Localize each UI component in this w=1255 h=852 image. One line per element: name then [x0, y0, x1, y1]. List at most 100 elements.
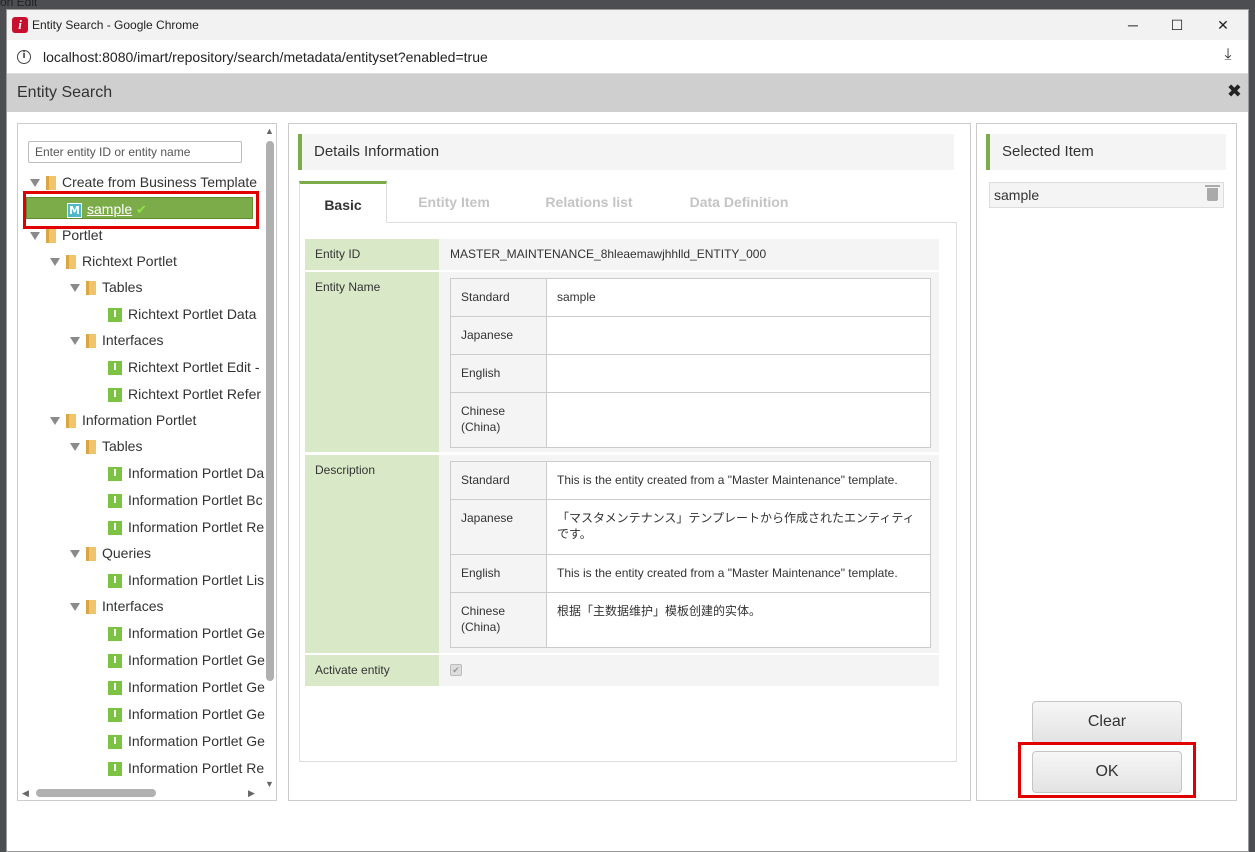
close-window-button[interactable]: ✕: [1212, 14, 1234, 36]
url-text[interactable]: localhost:8080/imart/repository/search/m…: [43, 49, 488, 65]
tree-node-entity[interactable]: I Richtext Portlet Data: [108, 303, 256, 325]
entity-name-row: Japanese: [451, 317, 930, 355]
tree-node-queries[interactable]: Queries: [70, 542, 151, 564]
entity-badge-icon: I: [108, 308, 122, 323]
selected-item-entry: sample: [989, 182, 1224, 208]
tree-node-entity[interactable]: I Information Portlet Ge: [108, 622, 265, 644]
tree-node-entity[interactable]: I Information Portlet Ge: [108, 676, 265, 698]
expand-arrow-icon[interactable]: [70, 550, 80, 559]
entity-badge-icon: I: [108, 574, 122, 589]
expand-arrow-icon[interactable]: [50, 417, 60, 426]
tree-node-entity[interactable]: I Richtext Portlet Edit -: [108, 356, 260, 378]
details-header: Details Information: [298, 134, 954, 170]
selected-item-label: sample: [994, 187, 1040, 203]
clear-button[interactable]: Clear: [1032, 701, 1182, 743]
tab-data-definition[interactable]: Data Definition: [669, 181, 809, 223]
folder-icon: [86, 440, 96, 455]
description-label: Description: [305, 455, 439, 653]
folder-icon: [86, 281, 96, 296]
background-edge-text: on Edit: [0, 0, 38, 9]
activate-entity-label: Activate entity: [305, 655, 439, 686]
tree-node-entity[interactable]: I Information Portlet Bc: [108, 489, 263, 511]
entity-name-row: English: [451, 355, 930, 393]
entity-badge-icon: I: [108, 521, 122, 536]
tree-node-richtext-portlet[interactable]: Richtext Portlet: [50, 250, 177, 272]
entity-badge-icon: I: [108, 654, 122, 669]
entity-badge-icon: I: [108, 762, 122, 777]
folder-icon: [46, 229, 56, 244]
download-icon[interactable]: ⤓: [1218, 46, 1238, 66]
dialog-close-icon[interactable]: ✖: [1227, 81, 1242, 102]
description-row: Standard This is the entity created from …: [451, 462, 930, 500]
folder-icon: [66, 255, 76, 270]
tree-node-interfaces[interactable]: Interfaces: [70, 329, 163, 351]
tree-node-create-from-template[interactable]: Create from Business Template: [30, 171, 257, 193]
highlight-box-sample: [23, 191, 259, 229]
tree-node-entity[interactable]: I Information Portlet Ge: [108, 703, 265, 725]
details-tabs: Basic Entity Item Relations list Data De…: [299, 181, 957, 223]
trash-icon[interactable]: [1205, 185, 1220, 201]
selected-item-panel: Selected Item sample Clear OK: [976, 123, 1237, 801]
folder-icon: [66, 414, 76, 429]
expand-arrow-icon[interactable]: [70, 337, 80, 346]
maximize-button[interactable]: ☐: [1166, 14, 1188, 36]
tree-node-information-portlet[interactable]: Information Portlet: [50, 409, 196, 431]
entity-badge-icon: I: [108, 388, 122, 403]
folder-icon: [86, 600, 96, 615]
tree-node-entity[interactable]: I Information Portlet Re: [108, 757, 264, 779]
description-row: Japanese 「マスタメンテナンス」テンプレートから作成されたエンティティです…: [451, 500, 930, 555]
window-title: Entity Search - Google Chrome: [32, 18, 199, 32]
tree-node-entity[interactable]: I Richtext Portlet Refer: [108, 383, 261, 405]
tree-node-entity[interactable]: I Information Portlet Lis: [108, 569, 264, 591]
vertical-scroll-thumb[interactable]: [266, 141, 274, 681]
app-logo-icon: i: [12, 17, 28, 33]
tab-basic[interactable]: Basic: [299, 181, 387, 223]
folder-icon: [46, 176, 56, 191]
entity-badge-icon: I: [108, 361, 122, 376]
entity-name-table: Standard sample Japanese English Chinese …: [450, 278, 931, 448]
tree-node-interfaces[interactable]: Interfaces: [70, 595, 163, 617]
scroll-up-icon[interactable]: ▲: [265, 126, 274, 136]
tree-node-entity[interactable]: I Information Portlet Ge: [108, 730, 265, 752]
entity-badge-icon: I: [108, 735, 122, 750]
activate-entity-value-cell: [439, 655, 939, 686]
site-info-icon[interactable]: i: [17, 50, 31, 64]
expand-arrow-icon[interactable]: [70, 443, 80, 452]
folder-icon: [86, 334, 96, 349]
selected-item-header: Selected Item: [986, 134, 1226, 170]
entity-badge-icon: I: [108, 467, 122, 482]
tree-search-input[interactable]: Enter entity ID or entity name: [28, 141, 242, 163]
tree-node-entity[interactable]: I Information Portlet Re: [108, 516, 264, 538]
entity-badge-icon: I: [108, 494, 122, 509]
tree-horizontal-scrollbar[interactable]: ◀ ▶: [18, 786, 276, 800]
expand-arrow-icon[interactable]: [30, 232, 40, 241]
tree-node-tables[interactable]: Tables: [70, 435, 142, 457]
tab-entity-item[interactable]: Entity Item: [399, 181, 509, 223]
entity-badge-icon: I: [108, 708, 122, 723]
description-row: English This is the entity created from a…: [451, 555, 930, 593]
scroll-right-icon[interactable]: ▶: [248, 788, 255, 799]
expand-arrow-icon[interactable]: [70, 603, 80, 612]
minimize-button[interactable]: ─: [1122, 14, 1144, 36]
highlight-box-ok: [1018, 742, 1196, 798]
dialog-title: Entity Search: [17, 84, 113, 101]
tree-node-entity[interactable]: I Information Portlet Da: [108, 462, 264, 484]
folder-icon: [86, 547, 96, 562]
tree-node-tables[interactable]: Tables: [70, 276, 142, 298]
tab-relations-list[interactable]: Relations list: [529, 181, 649, 223]
activate-entity-checkbox[interactable]: ✔: [450, 664, 462, 676]
expand-arrow-icon[interactable]: [30, 179, 40, 188]
entity-id-value: MASTER_MAINTENANCE_8hleaemawjhhlld_ENTIT…: [450, 247, 767, 261]
expand-arrow-icon[interactable]: [70, 284, 80, 293]
entity-name-label: Entity Name: [305, 272, 439, 452]
browser-window: i Entity Search - Google Chrome ─ ☐ ✕ i …: [6, 9, 1249, 852]
description-row: Chinese (China) 根据「主数据维护」模板创建的实体。: [451, 593, 930, 647]
scroll-left-icon[interactable]: ◀: [22, 788, 29, 799]
horizontal-scroll-thumb[interactable]: [36, 789, 156, 797]
address-bar: i localhost:8080/imart/repository/search…: [7, 40, 1248, 74]
tree-vertical-scrollbar[interactable]: ▲ ▼: [263, 124, 275, 789]
tree-node-entity[interactable]: I Information Portlet Ge: [108, 649, 265, 671]
expand-arrow-icon[interactable]: [50, 258, 60, 267]
description-table: Standard This is the entity created from …: [450, 461, 931, 648]
window-titlebar: i Entity Search - Google Chrome ─ ☐ ✕: [7, 10, 1248, 40]
